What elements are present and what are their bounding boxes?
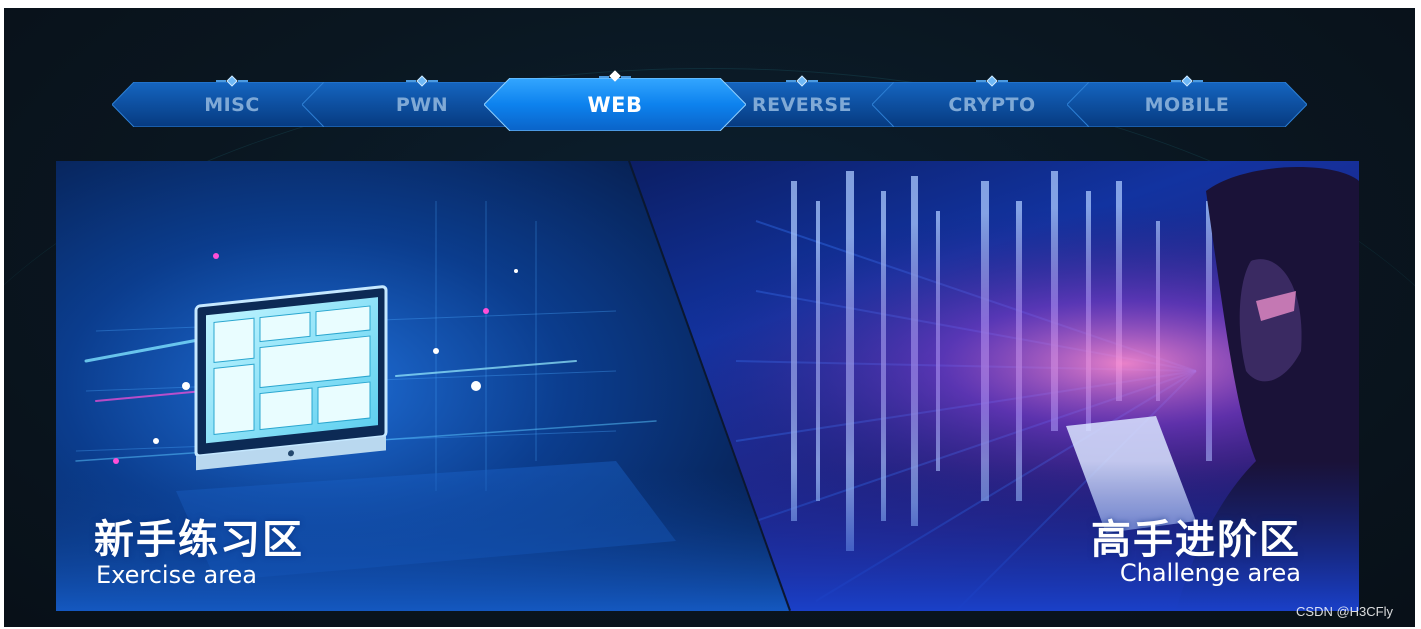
- tab-ornament: [1171, 80, 1181, 82]
- tab-label: WEB: [587, 92, 643, 117]
- tab-ornament: [786, 80, 796, 82]
- tab-ornament: [428, 80, 438, 82]
- tab-label: MISC: [204, 93, 260, 116]
- category-tab-bar: MISC PWN REVERSE CRYPTO MOBILE WEB: [112, 70, 1312, 132]
- tab-ornament: [621, 76, 631, 78]
- watermark: CSDN @H3CFly: [1296, 604, 1393, 619]
- exercise-area-subtitle: Exercise area: [96, 561, 258, 589]
- exercise-area-title: 新手练习区: [94, 517, 304, 563]
- tab-ornament: [976, 80, 986, 82]
- tab-mobile[interactable]: MOBILE: [1067, 75, 1307, 127]
- tab-ornament: [238, 80, 248, 82]
- area-panels: 新手练习区 Exercise area 高手进阶区 Challenge area: [56, 160, 1359, 612]
- tab-ornament: [216, 80, 226, 82]
- tab-label: MOBILE: [1144, 93, 1230, 116]
- tab-ornament: [808, 80, 818, 82]
- tab-ornament: [1193, 80, 1203, 82]
- tab-label: REVERSE: [751, 93, 853, 116]
- tab-label: PWN: [395, 93, 449, 116]
- ctf-category-page: MISC PWN REVERSE CRYPTO MOBILE WEB 新手练习区…: [4, 8, 1415, 627]
- challenge-area-title: 高手进阶区: [1091, 517, 1301, 563]
- tab-ornament: [998, 80, 1008, 82]
- tab-label: CRYPTO: [948, 93, 1036, 116]
- tab-web[interactable]: WEB: [484, 70, 746, 131]
- tab-ornament: [406, 80, 416, 82]
- challenge-area-subtitle: Challenge area: [1119, 559, 1301, 587]
- tab-ornament: [599, 76, 609, 78]
